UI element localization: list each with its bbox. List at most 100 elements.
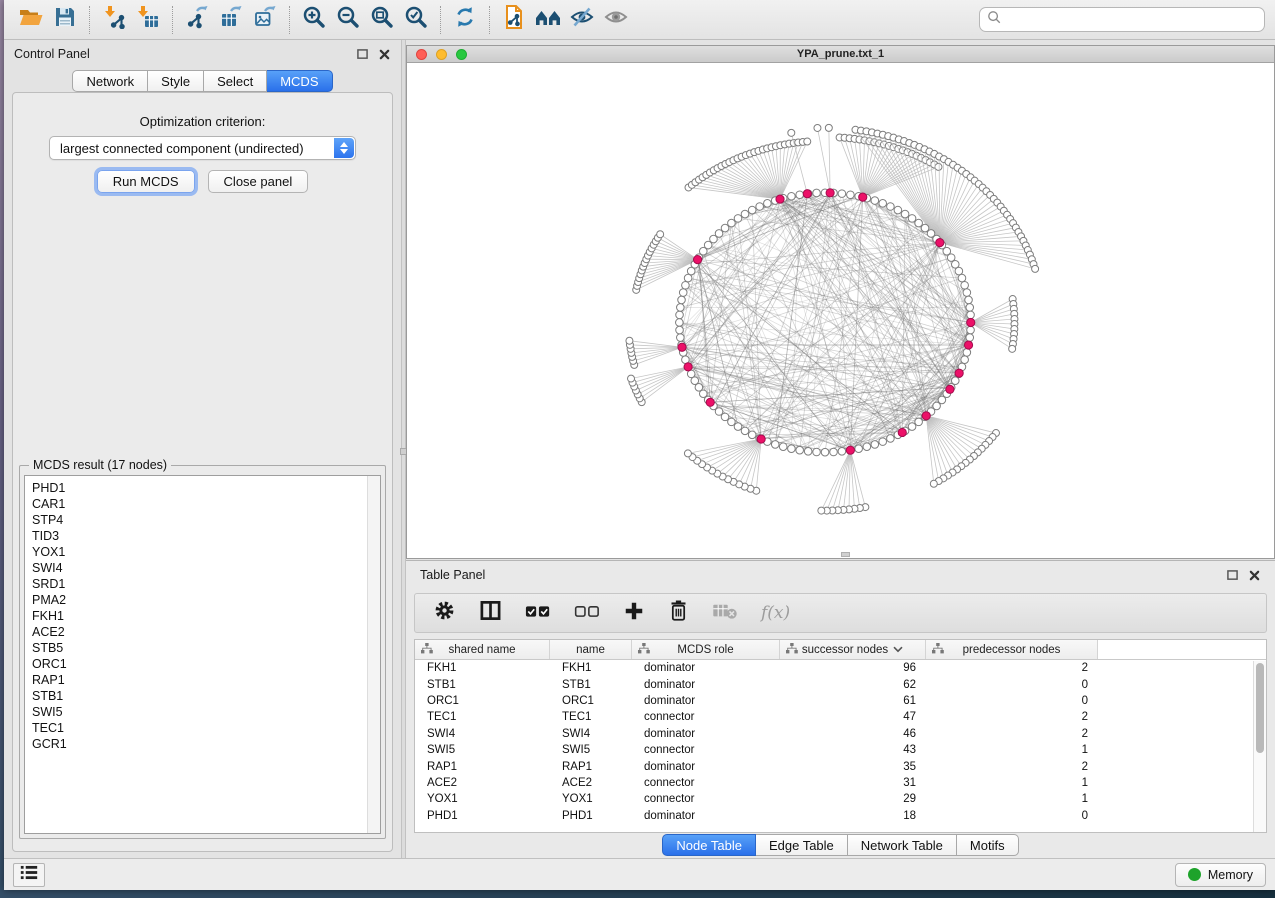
cell-successor_nodes[interactable]: 31	[780, 777, 926, 789]
graph-mcds-hub-node[interactable]	[898, 428, 906, 436]
mcds-result-item[interactable]: CAR1	[32, 496, 362, 512]
float-table-panel-icon[interactable]	[1226, 569, 1239, 582]
close-panel-button[interactable]: Close panel	[208, 170, 309, 193]
network-resize-grip[interactable]	[841, 552, 850, 557]
cell-mcds_role[interactable]: connector	[632, 793, 780, 805]
tab-select[interactable]: Select	[204, 70, 267, 92]
graph-node[interactable]	[788, 445, 796, 453]
graph-node[interactable]	[679, 289, 687, 297]
refresh-button[interactable]	[448, 5, 482, 35]
zoom-out-button[interactable]	[331, 5, 365, 35]
graph-node[interactable]	[958, 274, 966, 282]
close-panel-icon[interactable]	[378, 48, 391, 61]
graph-node[interactable]	[887, 435, 895, 443]
table-scrollbar-thumb[interactable]	[1256, 663, 1264, 753]
graph-node[interactable]	[887, 203, 895, 211]
cell-shared_name[interactable]: YOX1	[415, 793, 550, 805]
graph-mcds-hub-node[interactable]	[967, 318, 975, 326]
cell-predecessor_nodes[interactable]: 2	[926, 728, 1098, 740]
table-row[interactable]: STB1STB1dominator620	[415, 676, 1266, 692]
cell-name[interactable]: SWI4	[550, 728, 632, 740]
cell-mcds_role[interactable]: connector	[632, 777, 780, 789]
graph-mcds-hub-node[interactable]	[922, 412, 930, 420]
search-box[interactable]	[979, 7, 1265, 32]
show-all-button[interactable]	[599, 5, 633, 35]
cell-successor_nodes[interactable]: 61	[780, 695, 926, 707]
cell-shared_name[interactable]: PHD1	[415, 810, 550, 822]
graph-satellite-node[interactable]	[628, 375, 635, 382]
close-table-panel-icon[interactable]	[1248, 569, 1261, 582]
graph-mcds-hub-node[interactable]	[678, 343, 686, 351]
criterion-dropdown[interactable]: largest connected component (undirected)	[49, 136, 356, 160]
mcds-result-item[interactable]: PHD1	[32, 480, 362, 496]
graph-node[interactable]	[879, 438, 887, 446]
cell-name[interactable]: TEC1	[550, 711, 632, 723]
graph-mcds-hub-node[interactable]	[946, 385, 954, 393]
graph-mcds-hub-node[interactable]	[776, 195, 784, 203]
graph-satellite-node[interactable]	[935, 163, 942, 170]
tab-network[interactable]: Network	[72, 70, 148, 92]
cell-shared_name[interactable]: SWI4	[415, 728, 550, 740]
graph-satellite-node[interactable]	[626, 337, 633, 344]
hide-selected-button[interactable]	[565, 5, 599, 35]
graph-mcds-hub-node[interactable]	[955, 369, 963, 377]
cell-mcds_role[interactable]: dominator	[632, 728, 780, 740]
cell-successor_nodes[interactable]: 29	[780, 793, 926, 805]
graph-node[interactable]	[721, 224, 729, 232]
import-network-button[interactable]	[97, 5, 131, 35]
graph-node[interactable]	[847, 191, 855, 199]
graph-node[interactable]	[838, 448, 846, 456]
graph-node[interactable]	[908, 423, 916, 431]
cell-predecessor_nodes[interactable]: 0	[926, 679, 1098, 691]
graph-mcds-hub-node[interactable]	[964, 341, 972, 349]
mcds-result-item[interactable]: TEC1	[32, 720, 362, 736]
graph-node[interactable]	[966, 304, 974, 312]
cell-shared_name[interactable]: FKH1	[415, 662, 550, 674]
cell-successor_nodes[interactable]: 47	[780, 711, 926, 723]
cell-predecessor_nodes[interactable]: 1	[926, 777, 1098, 789]
mcds-result-item[interactable]: TID3	[32, 528, 362, 544]
task-history-button[interactable]	[13, 863, 45, 887]
tab-style[interactable]: Style	[148, 70, 204, 92]
table-row[interactable]: ACE2ACE2connector311	[415, 775, 1266, 791]
first-neighbors-button[interactable]	[531, 5, 565, 35]
deselect-all-button[interactable]	[574, 603, 600, 624]
cell-shared_name[interactable]: TEC1	[415, 711, 550, 723]
delete-column-button[interactable]	[668, 599, 689, 627]
graph-satellite-node[interactable]	[1032, 265, 1039, 272]
graph-node[interactable]	[908, 215, 916, 223]
cell-predecessor_nodes[interactable]: 0	[926, 810, 1098, 822]
graph-mcds-hub-node[interactable]	[826, 189, 834, 197]
graph-node[interactable]	[676, 326, 684, 334]
graph-satellite-node[interactable]	[804, 138, 811, 145]
graph-satellite-node[interactable]	[930, 480, 937, 487]
graph-node[interactable]	[855, 445, 863, 453]
zoom-fit-button[interactable]	[365, 5, 399, 35]
graph-satellite-node[interactable]	[1009, 345, 1016, 352]
graph-node[interactable]	[796, 191, 804, 199]
graph-node[interactable]	[682, 281, 690, 289]
cell-successor_nodes[interactable]: 62	[780, 679, 926, 691]
graph-mcds-hub-node[interactable]	[684, 363, 692, 371]
save-button[interactable]	[48, 5, 82, 35]
mcds-result-item[interactable]: FKH1	[32, 608, 362, 624]
graph-node[interactable]	[788, 192, 796, 200]
table-row[interactable]: ORC1ORC1dominator610	[415, 693, 1266, 709]
graph-node[interactable]	[748, 431, 756, 439]
table-row[interactable]: TEC1TEC1connector472	[415, 709, 1266, 725]
graph-mcds-hub-node[interactable]	[803, 190, 811, 198]
graph-node[interactable]	[967, 326, 975, 334]
graph-mcds-hub-node[interactable]	[706, 398, 714, 406]
cell-mcds_role[interactable]: connector	[632, 711, 780, 723]
cell-mcds_role[interactable]: dominator	[632, 695, 780, 707]
mcds-result-item[interactable]: SWI5	[32, 704, 362, 720]
column-header-MCDS-role[interactable]: MCDS role	[632, 640, 780, 659]
cell-name[interactable]: ACE2	[550, 777, 632, 789]
graph-node[interactable]	[734, 423, 742, 431]
graph-mcds-hub-node[interactable]	[859, 193, 867, 201]
settings-button[interactable]	[433, 599, 456, 627]
zoom-selected-button[interactable]	[399, 5, 433, 35]
graph-node[interactable]	[678, 296, 686, 304]
graph-satellite-node[interactable]	[814, 124, 821, 131]
mcds-result-item[interactable]: ACE2	[32, 624, 362, 640]
